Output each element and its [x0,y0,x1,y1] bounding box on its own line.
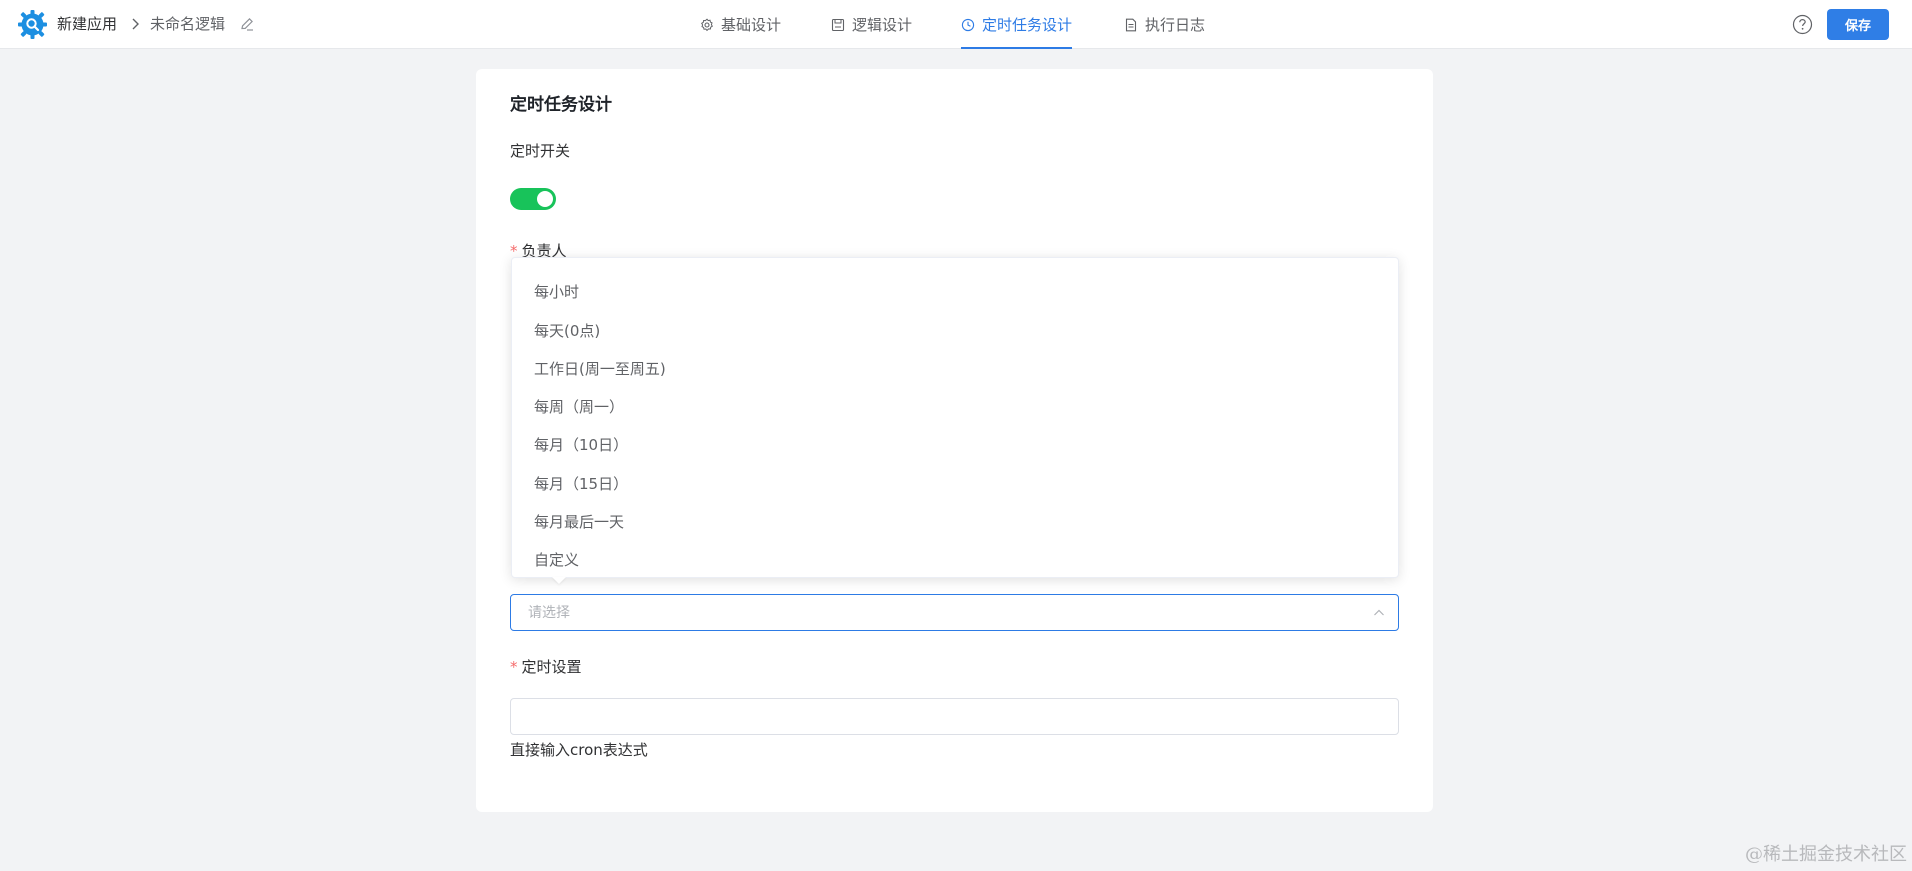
dropdown-option[interactable]: 每月最后一天 [534,512,624,532]
schedule-setting-label: * 定时设置 [510,657,582,677]
tab-label: 定时任务设计 [982,16,1073,34]
timer-toggle[interactable] [510,188,556,210]
breadcrumb-logic: 未命名逻辑 [150,15,226,33]
gear-icon [701,17,713,31]
top-bar: 新建应用 未命名逻辑 基础设计 逻辑设计 定时任务设计 执行日志 保存 [0,0,1912,49]
dropdown-option[interactable]: 每周（周一） [534,397,624,417]
dropdown-option[interactable]: 工作日(周一至周五) [534,359,666,379]
dropdown-option[interactable]: 每月（15日） [534,474,628,494]
breadcrumb-app[interactable]: 新建应用 [57,14,117,34]
help-icon[interactable] [1792,14,1813,35]
file-text-icon [1125,18,1137,31]
tab-label: 基础设计 [721,16,782,34]
cron-input[interactable] [510,698,1399,735]
dropdown-option[interactable]: 自定义 [534,550,579,570]
dropdown-option[interactable]: 每月（10日） [534,435,628,455]
tab-scheduled-task-design[interactable]: 定时任务设计 [961,0,1073,49]
document-save-icon [831,18,845,31]
tab-label: 逻辑设计 [852,16,913,34]
cron-hint: 直接输入cron表达式 [510,741,648,759]
tab-logic-design[interactable]: 逻辑设计 [831,0,912,49]
clock-icon [961,18,975,31]
watermark: @稀土掘金技术社区 [1745,844,1907,865]
select-placeholder: 请选择 [528,605,570,621]
chevron-right-icon [132,18,139,30]
dropdown-option[interactable]: 每小时 [534,282,579,302]
schedule-dropdown: 每小时 每天(0点) 工作日(周一至周五) 每周（周一） 每月（10日） 每月（… [511,257,1399,578]
tab-execution-log[interactable]: 执行日志 [1124,0,1205,49]
chevron-up-icon [1374,609,1384,616]
save-button[interactable]: 保存 [1827,9,1889,40]
app-logo-icon[interactable] [18,10,47,39]
dropdown-pointer [552,577,566,584]
schedule-setting-label-text: 定时设置 [521,658,582,676]
tab-label: 执行日志 [1145,16,1206,34]
timer-switch-label: 定时开关 [510,142,571,160]
edit-icon[interactable] [239,16,255,32]
toggle-knob [537,191,553,207]
schedule-select[interactable]: 请选择 [510,594,1399,631]
dropdown-option[interactable]: 每天(0点) [534,321,600,341]
page-title: 定时任务设计 [510,95,612,115]
tab-basic-design[interactable]: 基础设计 [700,0,781,49]
required-mark: * [510,658,518,676]
